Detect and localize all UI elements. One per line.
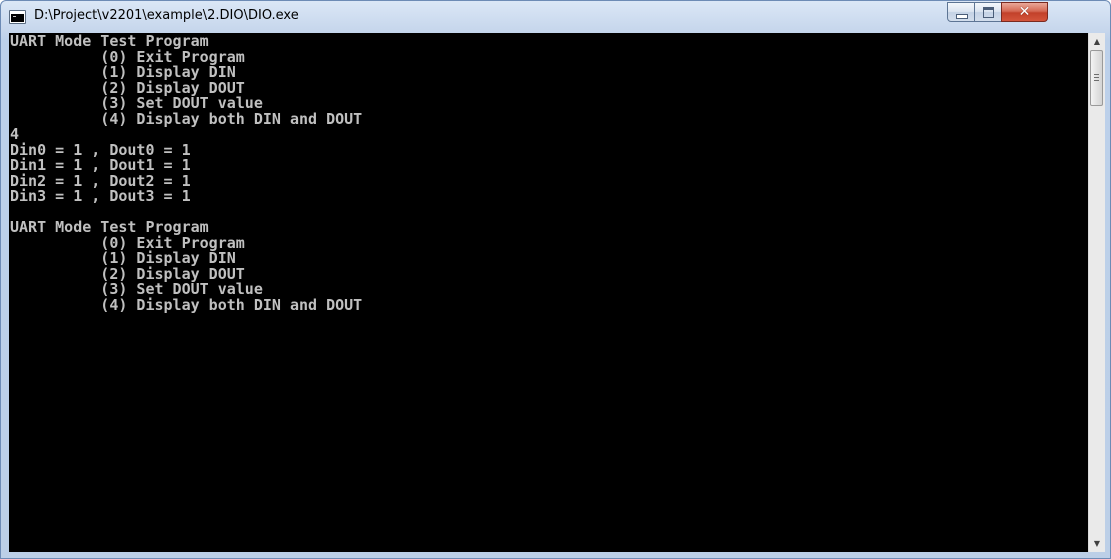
grip-line: [1094, 80, 1099, 81]
scroll-down-icon[interactable]: ▼: [1089, 535, 1105, 552]
close-icon: ✕: [1018, 4, 1031, 20]
console-app-icon[interactable]: [9, 10, 26, 24]
scroll-thumb[interactable]: [1090, 50, 1103, 106]
minimize-button[interactable]: [947, 2, 975, 22]
title-bar[interactable]: D:\Project\v2201\example\2.DIO\DIO.exe ✕: [1, 1, 1110, 33]
console-window: D:\Project\v2201\example\2.DIO\DIO.exe ✕…: [0, 0, 1111, 559]
grip-line: [1094, 77, 1099, 78]
window-title: D:\Project\v2201\example\2.DIO\DIO.exe: [34, 8, 299, 23]
scroll-up-icon[interactable]: ▲: [1089, 33, 1105, 50]
maximize-icon: [983, 7, 994, 18]
console-output: UART Mode Test Program (0) Exit Program …: [10, 33, 363, 314]
minimize-icon: [956, 14, 968, 19]
console-output-area[interactable]: UART Mode Test Program (0) Exit Program …: [9, 33, 1088, 552]
grip-line: [1094, 74, 1099, 75]
close-button[interactable]: ✕: [1001, 2, 1048, 22]
vertical-scrollbar[interactable]: ▲ ▼: [1088, 33, 1105, 552]
maximize-button[interactable]: [974, 2, 1002, 22]
